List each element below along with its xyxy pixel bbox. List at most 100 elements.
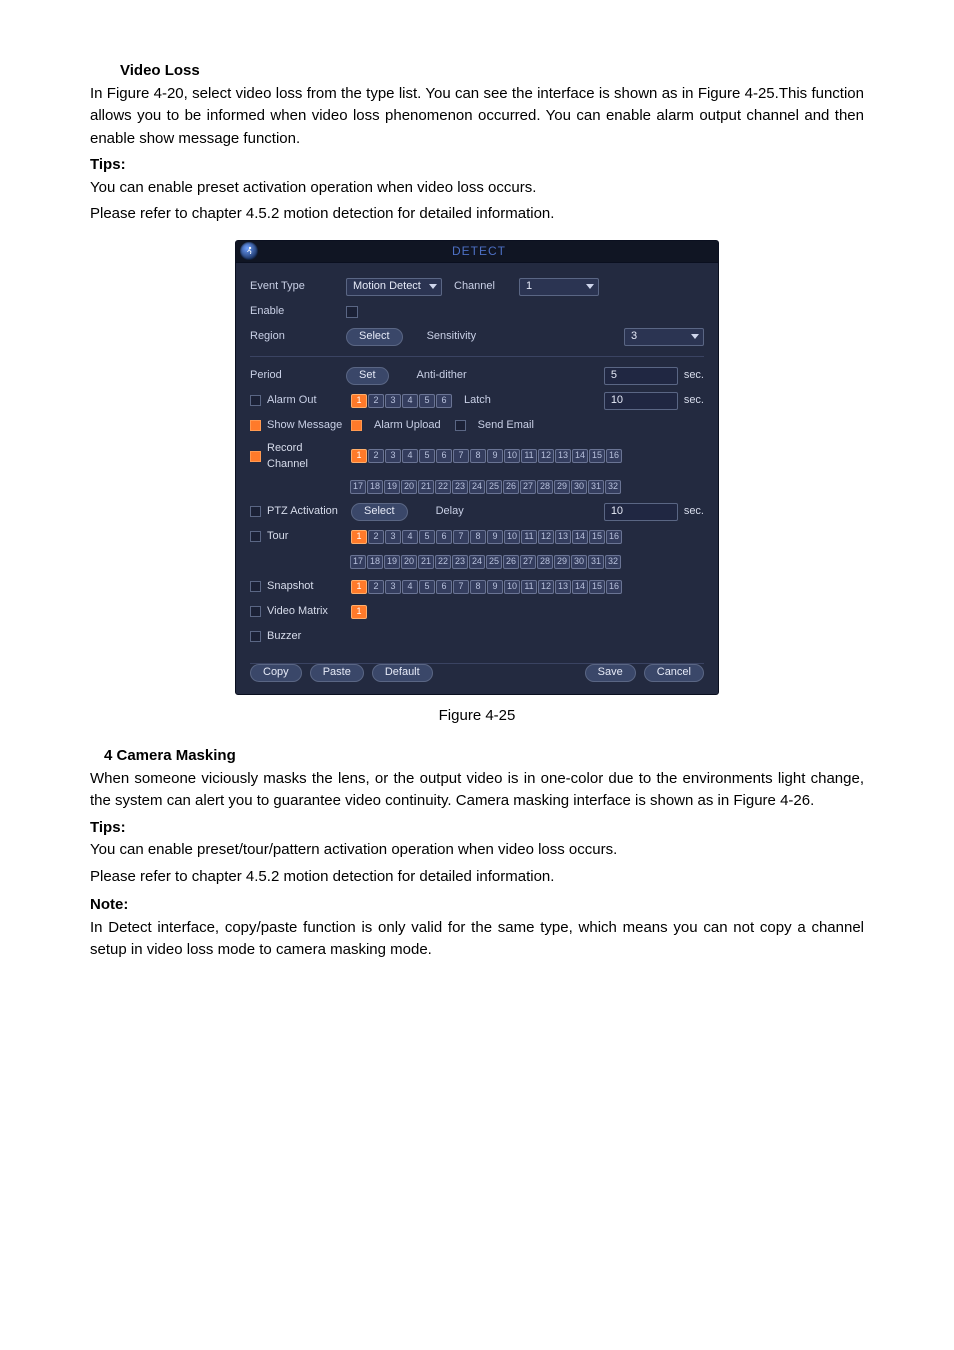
channel-box[interactable]: 12 [538, 580, 554, 594]
channel-box[interactable]: 7 [453, 449, 469, 463]
channel-box[interactable]: 31 [588, 480, 604, 494]
enable-checkbox[interactable] [346, 306, 358, 318]
channel-box[interactable]: 25 [486, 555, 502, 569]
channel-box[interactable]: 26 [503, 480, 519, 494]
channel-box[interactable]: 13 [555, 580, 571, 594]
channel-box[interactable]: 29 [554, 555, 570, 569]
channel-box[interactable]: 5 [419, 580, 435, 594]
channel-box[interactable]: 7 [453, 530, 469, 544]
channel-box[interactable]: 21 [418, 555, 434, 569]
alarm-upload-checkbox[interactable] [351, 420, 362, 431]
channel-box[interactable]: 25 [486, 480, 502, 494]
channel-box[interactable]: 9 [487, 580, 503, 594]
channel-box[interactable]: 14 [572, 580, 588, 594]
channel-box[interactable]: 22 [435, 555, 451, 569]
channel-box[interactable]: 5 [419, 530, 435, 544]
channel-box[interactable]: 31 [588, 555, 604, 569]
channel-box[interactable]: 7 [453, 580, 469, 594]
channel-box[interactable]: 18 [367, 555, 383, 569]
channel-box[interactable]: 23 [452, 480, 468, 494]
channel-box[interactable]: 4 [402, 449, 418, 463]
channel-box[interactable]: 4 [402, 394, 418, 408]
channel-box[interactable]: 29 [554, 480, 570, 494]
channel-box[interactable]: 11 [521, 580, 537, 594]
channel-box[interactable]: 28 [537, 555, 553, 569]
channel-box[interactable]: 11 [521, 530, 537, 544]
channel-box[interactable]: 4 [402, 530, 418, 544]
channel-box[interactable]: 1 [351, 580, 367, 594]
channel-box[interactable]: 19 [384, 555, 400, 569]
channel-box[interactable]: 24 [469, 555, 485, 569]
channel-box[interactable]: 26 [503, 555, 519, 569]
channel-box[interactable]: 30 [571, 480, 587, 494]
channel-box[interactable]: 3 [385, 580, 401, 594]
channel-box[interactable]: 23 [452, 555, 468, 569]
channel-box[interactable]: 11 [521, 449, 537, 463]
channel-select[interactable]: 1 [519, 278, 599, 296]
channel-box[interactable]: 12 [538, 449, 554, 463]
channel-box[interactable]: 27 [520, 480, 536, 494]
channel-box[interactable]: 24 [469, 480, 485, 494]
channel-box[interactable]: 10 [504, 580, 520, 594]
channel-box[interactable]: 5 [419, 449, 435, 463]
channel-box[interactable]: 6 [436, 580, 452, 594]
channel-box[interactable]: 22 [435, 480, 451, 494]
channel-box[interactable]: 16 [606, 530, 622, 544]
channel-box[interactable]: 1 [351, 605, 367, 619]
channel-box[interactable]: 9 [487, 449, 503, 463]
channel-box[interactable]: 19 [384, 480, 400, 494]
channel-box[interactable]: 2 [368, 449, 384, 463]
channel-box[interactable]: 20 [401, 480, 417, 494]
channel-box[interactable]: 13 [555, 449, 571, 463]
cancel-button[interactable]: Cancel [644, 664, 704, 682]
channel-box[interactable]: 6 [436, 449, 452, 463]
channel-box[interactable]: 10 [504, 449, 520, 463]
channel-box[interactable]: 21 [418, 480, 434, 494]
channel-box[interactable]: 5 [419, 394, 435, 408]
send-email-checkbox[interactable] [455, 420, 466, 431]
region-select-button[interactable]: Select [346, 328, 403, 346]
ptz-activation-checkbox[interactable] [250, 506, 261, 517]
channel-box[interactable]: 1 [351, 449, 367, 463]
channel-box[interactable]: 15 [589, 449, 605, 463]
channel-box[interactable]: 16 [606, 449, 622, 463]
snapshot-checkbox[interactable] [250, 581, 261, 592]
period-set-button[interactable]: Set [346, 367, 389, 385]
channel-box[interactable]: 2 [368, 394, 384, 408]
channel-box[interactable]: 9 [487, 530, 503, 544]
channel-box[interactable]: 13 [555, 530, 571, 544]
latch-input[interactable]: 10 [604, 392, 678, 410]
delay-input[interactable]: 10 [604, 503, 678, 521]
channel-box[interactable]: 27 [520, 555, 536, 569]
event-type-select[interactable]: Motion Detect [346, 278, 442, 296]
alarm-out-checkbox[interactable] [250, 395, 261, 406]
channel-box[interactable]: 8 [470, 449, 486, 463]
channel-box[interactable]: 4 [402, 580, 418, 594]
channel-box[interactable]: 30 [571, 555, 587, 569]
record-channel-checkbox[interactable] [250, 451, 261, 462]
channel-box[interactable]: 16 [606, 580, 622, 594]
channel-box[interactable]: 14 [572, 449, 588, 463]
channel-box[interactable]: 1 [351, 394, 367, 408]
channel-box[interactable]: 15 [589, 580, 605, 594]
anti-dither-input[interactable]: 5 [604, 367, 678, 385]
channel-box[interactable]: 32 [605, 555, 621, 569]
default-button[interactable]: Default [372, 664, 433, 682]
channel-box[interactable]: 3 [385, 530, 401, 544]
channel-box[interactable]: 2 [368, 580, 384, 594]
channel-box[interactable]: 6 [436, 394, 452, 408]
channel-box[interactable]: 32 [605, 480, 621, 494]
channel-box[interactable]: 15 [589, 530, 605, 544]
channel-box[interactable]: 17 [350, 555, 366, 569]
show-message-checkbox[interactable] [250, 420, 261, 431]
ptz-select-button[interactable]: Select [351, 503, 408, 521]
channel-box[interactable]: 12 [538, 530, 554, 544]
channel-box[interactable]: 3 [385, 449, 401, 463]
channel-box[interactable]: 14 [572, 530, 588, 544]
copy-button[interactable]: Copy [250, 664, 302, 682]
channel-box[interactable]: 20 [401, 555, 417, 569]
buzzer-checkbox[interactable] [250, 631, 261, 642]
channel-box[interactable]: 17 [350, 480, 366, 494]
channel-box[interactable]: 10 [504, 530, 520, 544]
sensitivity-select[interactable]: 3 [624, 328, 704, 346]
